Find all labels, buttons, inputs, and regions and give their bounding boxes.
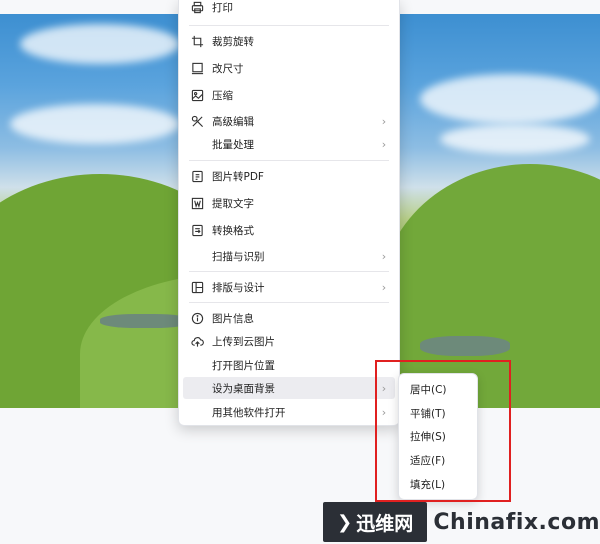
- menu-item-open-location[interactable]: 打开图片位置: [183, 354, 395, 376]
- menu-item-label: 改尺寸: [212, 62, 244, 75]
- menu-item-label: 图片转PDF: [212, 170, 264, 183]
- cloud-upload-icon: [191, 335, 204, 348]
- menu-item-open-with[interactable]: 用其他软件打开 ›: [183, 401, 395, 423]
- menu-item-compress[interactable]: 压缩: [183, 84, 395, 106]
- menu-item-label: 压缩: [212, 89, 233, 102]
- chevron-logo-icon: ❯: [337, 511, 353, 533]
- menu-item-print[interactable]: 打印: [183, 0, 395, 18]
- menu-item-extract-text[interactable]: 提取文字: [183, 192, 395, 214]
- chevron-right-icon: ›: [381, 280, 387, 294]
- menu-item-scan-recognize[interactable]: 扫描与识别 ›: [183, 245, 395, 267]
- menu-item-resize[interactable]: 改尺寸: [183, 57, 395, 79]
- menu-item-advanced-edit[interactable]: 高级编辑 ›: [183, 110, 395, 132]
- chevron-right-icon: ›: [381, 137, 387, 151]
- pdf-icon: [191, 170, 204, 183]
- menu-item-label: 提取文字: [212, 197, 254, 210]
- info-icon: [191, 312, 204, 325]
- menu-item-label: 转换格式: [212, 224, 254, 237]
- extract-text-icon: [191, 197, 204, 210]
- menu-item-label: 批量处理: [212, 138, 254, 151]
- menu-separator: [189, 271, 389, 272]
- watermark-brand: 迅维网: [356, 512, 414, 535]
- context-menu: 打印 裁剪旋转 改尺寸 压缩 高级编辑 › 批量处理 › 图片转PDF 提取文字…: [178, 0, 400, 426]
- menu-separator: [189, 160, 389, 161]
- layout-icon: [191, 281, 204, 294]
- menu-item-label: 上传到云图片: [212, 335, 275, 348]
- menu-item-label: 高级编辑: [212, 115, 254, 128]
- menu-item-layout-design[interactable]: 排版与设计 ›: [183, 276, 395, 298]
- menu-item-label: 图片信息: [212, 312, 254, 325]
- menu-separator: [189, 25, 389, 26]
- chevron-right-icon: ›: [381, 249, 387, 263]
- compress-image-icon: [191, 89, 204, 102]
- printer-icon: [191, 1, 204, 14]
- menu-item-label: 用其他软件打开: [212, 406, 286, 419]
- menu-item-label: 设为桌面背景: [212, 382, 275, 395]
- menu-item-label: 打开图片位置: [212, 359, 275, 372]
- menu-item-label: 裁剪旋转: [212, 35, 254, 48]
- watermark-site: Chinafix.com: [433, 509, 600, 535]
- menu-item-batch[interactable]: 批量处理 ›: [183, 133, 395, 155]
- menu-item-image-info[interactable]: 图片信息: [183, 307, 395, 329]
- menu-item-upload-cloud[interactable]: 上传到云图片: [183, 330, 395, 352]
- menu-item-label: 扫描与识别: [212, 250, 265, 263]
- menu-item-convert-format[interactable]: 转换格式: [183, 219, 395, 241]
- watermark-logo: ❯ 迅维网: [323, 502, 428, 542]
- menu-separator: [189, 302, 389, 303]
- annotation-highlight-box: [375, 360, 511, 502]
- menu-item-label: 排版与设计: [212, 281, 265, 294]
- chevron-right-icon: ›: [381, 114, 387, 128]
- watermark: ❯ 迅维网 Chinafix.com: [323, 500, 600, 544]
- convert-format-icon: [191, 224, 204, 237]
- resize-icon: [191, 62, 204, 75]
- menu-item-set-wallpaper[interactable]: 设为桌面背景 ›: [183, 377, 395, 399]
- menu-item-label: 打印: [212, 1, 233, 14]
- advanced-edit-icon: [191, 115, 204, 128]
- menu-item-to-pdf[interactable]: 图片转PDF: [183, 165, 395, 187]
- menu-item-crop-rotate[interactable]: 裁剪旋转: [183, 30, 395, 52]
- crop-icon: [191, 35, 204, 48]
